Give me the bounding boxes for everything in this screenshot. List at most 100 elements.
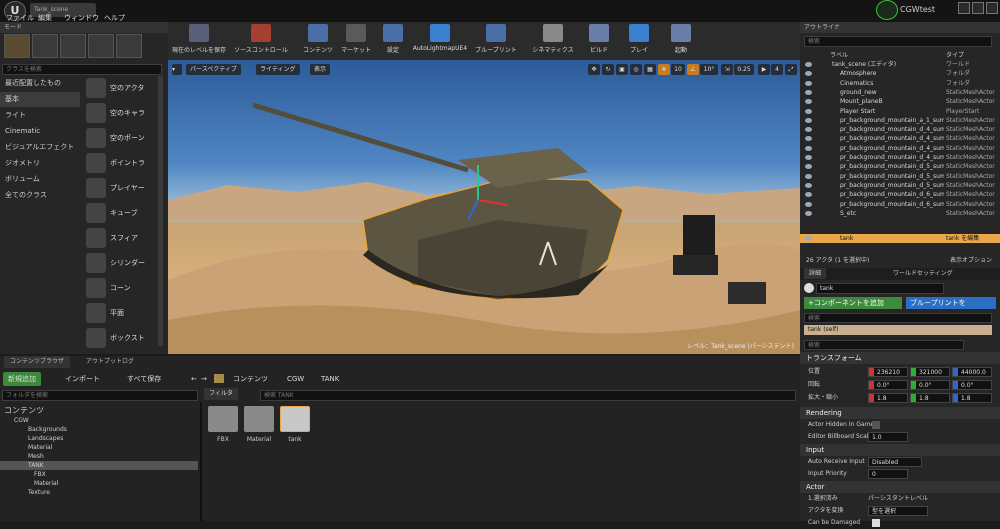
category-lights[interactable]: ライト (0, 108, 80, 123)
outliner-row[interactable]: Cinematics フォルダ (800, 79, 1000, 88)
source-control-status-icon[interactable] (876, 0, 898, 20)
outliner-row[interactable]: pr_background_mountain_d_5_summ StaticMes… (800, 181, 1000, 190)
place-cube[interactable]: キューブ (84, 201, 156, 225)
tree-item-tank-material[interactable]: Material (0, 479, 198, 488)
rotation-z-field[interactable]: 0.0° (952, 380, 992, 390)
place-plane[interactable]: 平面 (84, 301, 156, 325)
landscape-mode-icon[interactable] (60, 34, 86, 58)
level-viewport[interactable]: ▾ パースペクティブ ライティング 表示 ✥ ↻ ▣ ◎ ▦ # 10 ∠ 10… (168, 60, 800, 354)
show-button[interactable]: 表示 (310, 64, 331, 75)
outliner-row[interactable]: ground_new StaticMeshActor (800, 88, 1000, 97)
eye-icon[interactable] (805, 108, 812, 114)
convert-actor-dropdown[interactable]: 型を選択 (868, 506, 928, 516)
outliner-row[interactable]: pr_background_mountain_d_4_summ StaticMes… (800, 134, 1000, 143)
category-cinematic[interactable]: Cinematic (0, 124, 80, 139)
tree-item-cgw[interactable]: CGW (0, 416, 198, 425)
launch-button[interactable]: 起動 (668, 24, 694, 58)
add-component-button[interactable]: +コンポーネントを追加 (804, 297, 902, 309)
location-x-field[interactable]: 236210 (868, 367, 908, 377)
tree-item-fbx[interactable]: FBX (0, 470, 198, 479)
source-control-button[interactable]: ソースコントロール (230, 24, 292, 58)
grid-snap-icon[interactable]: # (658, 64, 670, 75)
place-mode-icon[interactable] (4, 34, 30, 58)
category-geometry[interactable]: ジオメトリ (0, 156, 80, 171)
eye-icon[interactable] (805, 117, 812, 123)
rotate-snap-icon[interactable]: ∠ (687, 64, 699, 75)
category-recent[interactable]: 最近配置したもの (0, 76, 80, 91)
auto-receive-dropdown[interactable]: Disabled (868, 457, 922, 467)
asset-search-input[interactable]: 検索 TANK (260, 390, 796, 401)
component-search-input[interactable]: 検索 (804, 313, 992, 323)
outliner-row[interactable]: pr_background_mountain_d_6_summ StaticMes… (800, 200, 1000, 209)
outliner-row[interactable]: Player Start PlayerStart (800, 107, 1000, 116)
build-button[interactable]: ビルド (586, 24, 612, 58)
rotate-tool-icon[interactable]: ↻ (602, 64, 614, 75)
outliner-row[interactable]: pr_background_mountain_d_4_summ StaticMes… (800, 153, 1000, 162)
can-be-damaged-checkbox[interactable] (872, 519, 880, 527)
eye-icon[interactable] (805, 99, 812, 105)
place-cone[interactable]: コーン (84, 276, 156, 300)
scale-z-field[interactable]: 1.8 (952, 393, 992, 403)
minimize-icon[interactable] (958, 2, 970, 14)
eye-icon[interactable] (805, 71, 812, 77)
location-y-field[interactable]: 321000 (910, 367, 950, 377)
place-sphere[interactable]: スフィア (84, 226, 156, 250)
outliner-row[interactable]: pr_background_mountain_a_1_summ StaticMes… (800, 116, 1000, 125)
foliage-mode-icon[interactable] (88, 34, 114, 58)
section-input[interactable]: Input (800, 444, 1000, 456)
tree-item-backgrounds[interactable]: Backgrounds (0, 425, 198, 434)
place-box-trigger[interactable]: ボックスト (84, 326, 156, 350)
auto-lightmap-button[interactable]: AutoLightmapUE4 (412, 24, 468, 58)
component-item[interactable]: tank (self) (804, 325, 992, 335)
marketplace-button[interactable]: マーケット (338, 24, 374, 58)
place-point-light[interactable]: ポイントラ (84, 151, 156, 175)
outliner-col-type[interactable]: タイプ (946, 50, 964, 59)
eye-icon[interactable] (805, 164, 812, 170)
tree-item-texture[interactable]: Texture (0, 488, 198, 497)
outliner-row[interactable]: pr_background_mountain_d_4_summ StaticMes… (800, 144, 1000, 153)
section-actor[interactable]: Actor (800, 481, 1000, 493)
filters-button[interactable]: フィルタ (204, 388, 238, 400)
close-icon[interactable] (986, 2, 998, 14)
asset-folder-fbx[interactable]: FBX (208, 406, 238, 443)
rotation-y-field[interactable]: 0.0° (910, 380, 950, 390)
maximize-viewport-icon[interactable]: ⤢ (785, 64, 797, 75)
add-new-button[interactable]: 新規追加 (3, 372, 41, 386)
outliner-row[interactable]: pr_background_mountain_d_5_summ StaticMes… (800, 172, 1000, 181)
outliner-row[interactable]: tank_scene (エディタ) ワールド (800, 60, 1000, 69)
translate-tool-icon[interactable]: ✥ (588, 64, 600, 75)
eye-icon[interactable] (805, 89, 812, 95)
actor-hidden-checkbox[interactable] (872, 421, 880, 429)
tab-details[interactable]: 詳細 (804, 268, 827, 279)
outliner-search-input[interactable]: 検索 (804, 36, 992, 47)
maximize-icon[interactable] (972, 2, 984, 14)
outliner-row[interactable]: Mount_planeB StaticMeshActor (800, 97, 1000, 106)
outliner-row[interactable]: pr_background_mountain_d_5_summ StaticMes… (800, 162, 1000, 171)
content-button[interactable]: コンテンツ (300, 24, 336, 58)
scale-snap-icon[interactable]: ⇲ (721, 64, 733, 75)
billboard-scale-field[interactable]: 1.0 (868, 432, 908, 442)
viewport-options-icon[interactable]: ▾ (172, 64, 182, 75)
eye-icon[interactable] (805, 80, 812, 86)
eye-icon[interactable] (805, 136, 812, 142)
breadcrumb-tank[interactable]: TANK (316, 372, 344, 386)
lighting-button[interactable]: ライティング (256, 64, 300, 75)
class-search-input[interactable]: クラスを検索 (2, 64, 162, 75)
scale-x-field[interactable]: 1.8 (868, 393, 908, 403)
paint-mode-icon[interactable] (32, 34, 58, 58)
section-transform[interactable]: トランスフォーム (800, 352, 1000, 364)
forward-icon[interactable]: → (196, 372, 212, 386)
eye-icon[interactable] (805, 145, 812, 151)
asset-tank[interactable]: tank (280, 406, 310, 443)
outliner-col-label[interactable]: ラベル (830, 50, 848, 59)
outliner-row[interactable]: pr_background_mountain_d_4_summ StaticMes… (800, 125, 1000, 134)
save-all-button[interactable]: すべて保存 (122, 372, 166, 386)
input-priority-field[interactable]: 0 (868, 469, 908, 479)
tab-output-log[interactable]: アウトプットログ (80, 356, 140, 368)
settings-button[interactable]: 設定 (380, 24, 406, 58)
perspective-button[interactable]: パースペクティブ (186, 64, 241, 75)
camera-speed-icon[interactable]: ▶ (758, 64, 770, 75)
world-local-icon[interactable]: ◎ (630, 64, 642, 75)
outliner-row[interactable]: Atmosphere フォルダ (800, 69, 1000, 78)
eye-icon[interactable] (805, 182, 812, 188)
